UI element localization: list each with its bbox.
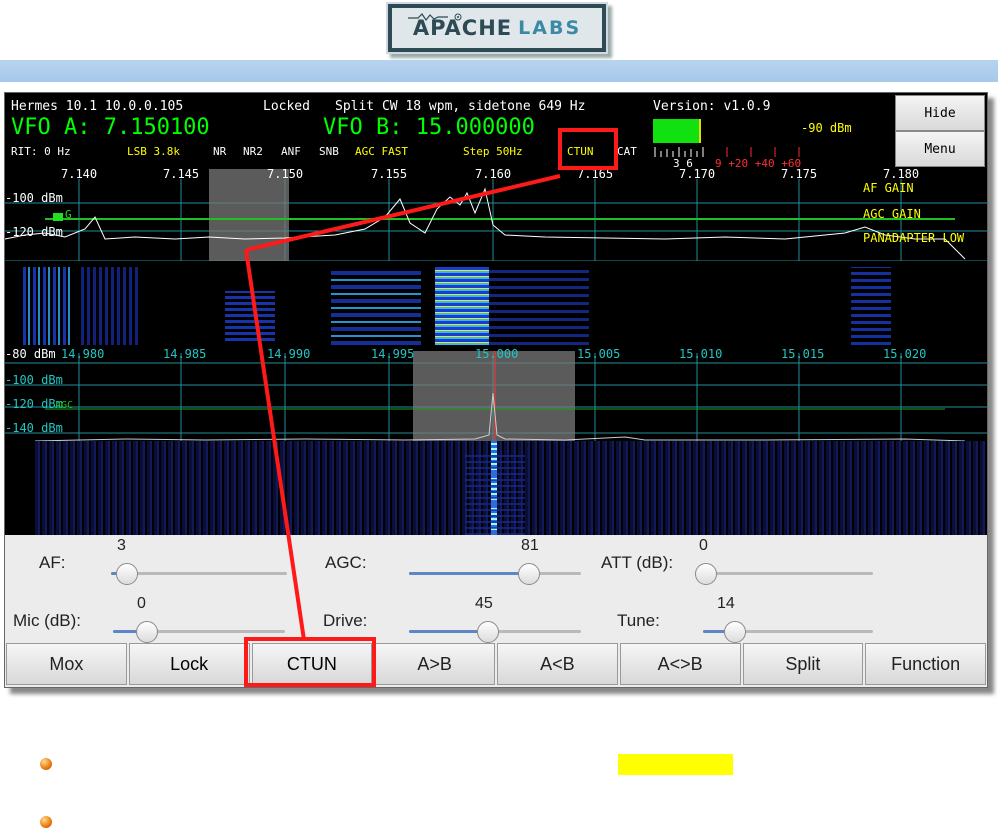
s-meter-bar xyxy=(653,119,701,143)
signal-wave-icon xyxy=(408,13,462,22)
agc-gain-label[interactable]: AGC GAIN xyxy=(863,207,921,221)
att-slider[interactable] xyxy=(695,563,873,585)
bottom-button-row: Mox Lock CTUN A>B A<B A<>B Split Functio… xyxy=(5,643,987,685)
radio-app-window: Hermes 10.1 10.0.0.105 Locked Split CW 1… xyxy=(4,92,988,688)
mic-label: Mic (dB): xyxy=(13,611,81,630)
bullet-icon xyxy=(40,758,52,770)
freq-label: 14.995 xyxy=(371,347,415,361)
title-band xyxy=(0,60,998,82)
apache-labs-logo: APACHE LABS xyxy=(386,2,608,54)
waterfall-a[interactable] xyxy=(5,261,987,349)
freq-label: 7.150 xyxy=(267,167,304,181)
freq-label: 7.160 xyxy=(475,167,512,181)
freq-label: 15.000 xyxy=(475,347,519,361)
agc-marker: G xyxy=(65,208,72,221)
att-label: ATT (dB): xyxy=(601,553,674,572)
level-label: -140 dBm xyxy=(5,421,63,435)
af-label: AF: xyxy=(39,553,66,572)
panadapter-a[interactable]: 7.140 7.145 7.150 7.155 7.160 7.165 7.17… xyxy=(5,167,987,349)
split-button[interactable]: Split xyxy=(742,643,864,685)
agc-slider-fill xyxy=(409,572,528,575)
swap-ab-button[interactable]: A<>B xyxy=(619,643,741,685)
tune-value: 14 xyxy=(717,595,735,612)
att-slider-track xyxy=(695,572,873,575)
device-info: Hermes 10.1 10.0.0.105 xyxy=(11,99,184,114)
drive-value: 45 xyxy=(475,595,493,612)
a-to-b-button[interactable]: A>B xyxy=(374,643,495,685)
mic-value: 0 xyxy=(137,595,146,612)
bullet-icon xyxy=(40,816,52,828)
yellow-highlight xyxy=(618,754,733,775)
b-to-a-button[interactable]: A<B xyxy=(497,643,618,685)
meter-dbm: -90 dBm xyxy=(801,121,852,135)
vfo-b-display[interactable]: VFO B: 15.000000 xyxy=(323,115,535,140)
lock-status: Locked xyxy=(263,99,310,114)
freq-label: 7.140 xyxy=(61,167,98,181)
mox-button[interactable]: Mox xyxy=(6,643,127,685)
agc-marker: AGC xyxy=(55,400,74,411)
split-status: Split CW 18 wpm, sidetone 649 Hz xyxy=(335,99,586,114)
level-label: -100 dBm xyxy=(5,191,63,205)
nr-label[interactable]: NR xyxy=(213,145,226,158)
ctun-button-highlight xyxy=(244,637,376,687)
rit-label: RIT: 0 Hz xyxy=(11,145,71,158)
agc-value: 81 xyxy=(521,537,539,554)
drive-slider-handle[interactable] xyxy=(477,621,499,643)
menu-button[interactable]: Menu xyxy=(895,131,985,167)
panadapter-b[interactable]: -80 dBm 14.980 14.985 14.990 14.995 15.0… xyxy=(5,347,987,535)
cat-label[interactable]: CAT xyxy=(617,145,637,158)
af-gain-label[interactable]: AF GAIN xyxy=(863,181,914,195)
freq-label: 7.145 xyxy=(163,167,200,181)
att-slider-handle[interactable] xyxy=(695,563,717,585)
freq-label: 15.015 xyxy=(781,347,825,361)
af-slider-handle[interactable] xyxy=(116,563,138,585)
agc-mode-label[interactable]: AGC FAST xyxy=(355,145,408,158)
freq-label: 14.985 xyxy=(163,347,207,361)
freq-label: 7.180 xyxy=(883,167,920,181)
drive-label: Drive: xyxy=(323,611,368,630)
step-label[interactable]: Step 50Hz xyxy=(463,145,523,158)
hide-button[interactable]: Hide xyxy=(895,95,985,131)
lock-button[interactable]: Lock xyxy=(128,643,250,685)
drive-slider-fill xyxy=(409,630,487,633)
logo-text-labs: LABS xyxy=(518,17,582,39)
af-slider[interactable] xyxy=(111,563,287,585)
agc-slider-handle[interactable] xyxy=(518,563,540,585)
nr2-label[interactable]: NR2 xyxy=(243,145,263,158)
freq-label: 7.155 xyxy=(371,167,408,181)
freq-label: 15.020 xyxy=(883,347,927,361)
mode-label: LSB 3.8k xyxy=(127,145,180,158)
freq-label: 14.990 xyxy=(267,347,311,361)
freq-label: 7.175 xyxy=(781,167,818,181)
snb-label[interactable]: SNB xyxy=(319,145,339,158)
level-label: -100 dBm xyxy=(5,373,63,387)
function-button[interactable]: Function xyxy=(865,643,986,685)
af-value: 3 xyxy=(117,537,126,554)
freq-label: 15.005 xyxy=(577,347,621,361)
level-label: -80 dBm xyxy=(5,347,56,361)
level-label: -120 dBm xyxy=(5,225,63,239)
freq-label: 14.980 xyxy=(61,347,105,361)
version-label: Version: v1.0.9 xyxy=(653,99,771,114)
tune-slider[interactable] xyxy=(703,621,873,643)
waterfall-b[interactable] xyxy=(35,441,987,535)
tune-slider-handle[interactable] xyxy=(724,621,746,643)
s-meter-scale xyxy=(654,147,800,157)
freq-label: 7.170 xyxy=(679,167,716,181)
panadapter-low-label[interactable]: PANADAPTER LOW xyxy=(863,231,964,245)
vfo-a-display[interactable]: VFO A: 7.150100 xyxy=(11,115,210,140)
att-value: 0 xyxy=(699,537,708,554)
ctun-status-highlight xyxy=(558,128,618,170)
agc-slider-label: AGC: xyxy=(325,553,367,572)
anf-label[interactable]: ANF xyxy=(281,145,301,158)
tune-label: Tune: xyxy=(617,611,660,630)
agc-slider[interactable] xyxy=(409,563,581,585)
freq-label: 15.010 xyxy=(679,347,723,361)
drive-slider[interactable] xyxy=(409,621,581,643)
mic-slider-handle[interactable] xyxy=(136,621,158,643)
